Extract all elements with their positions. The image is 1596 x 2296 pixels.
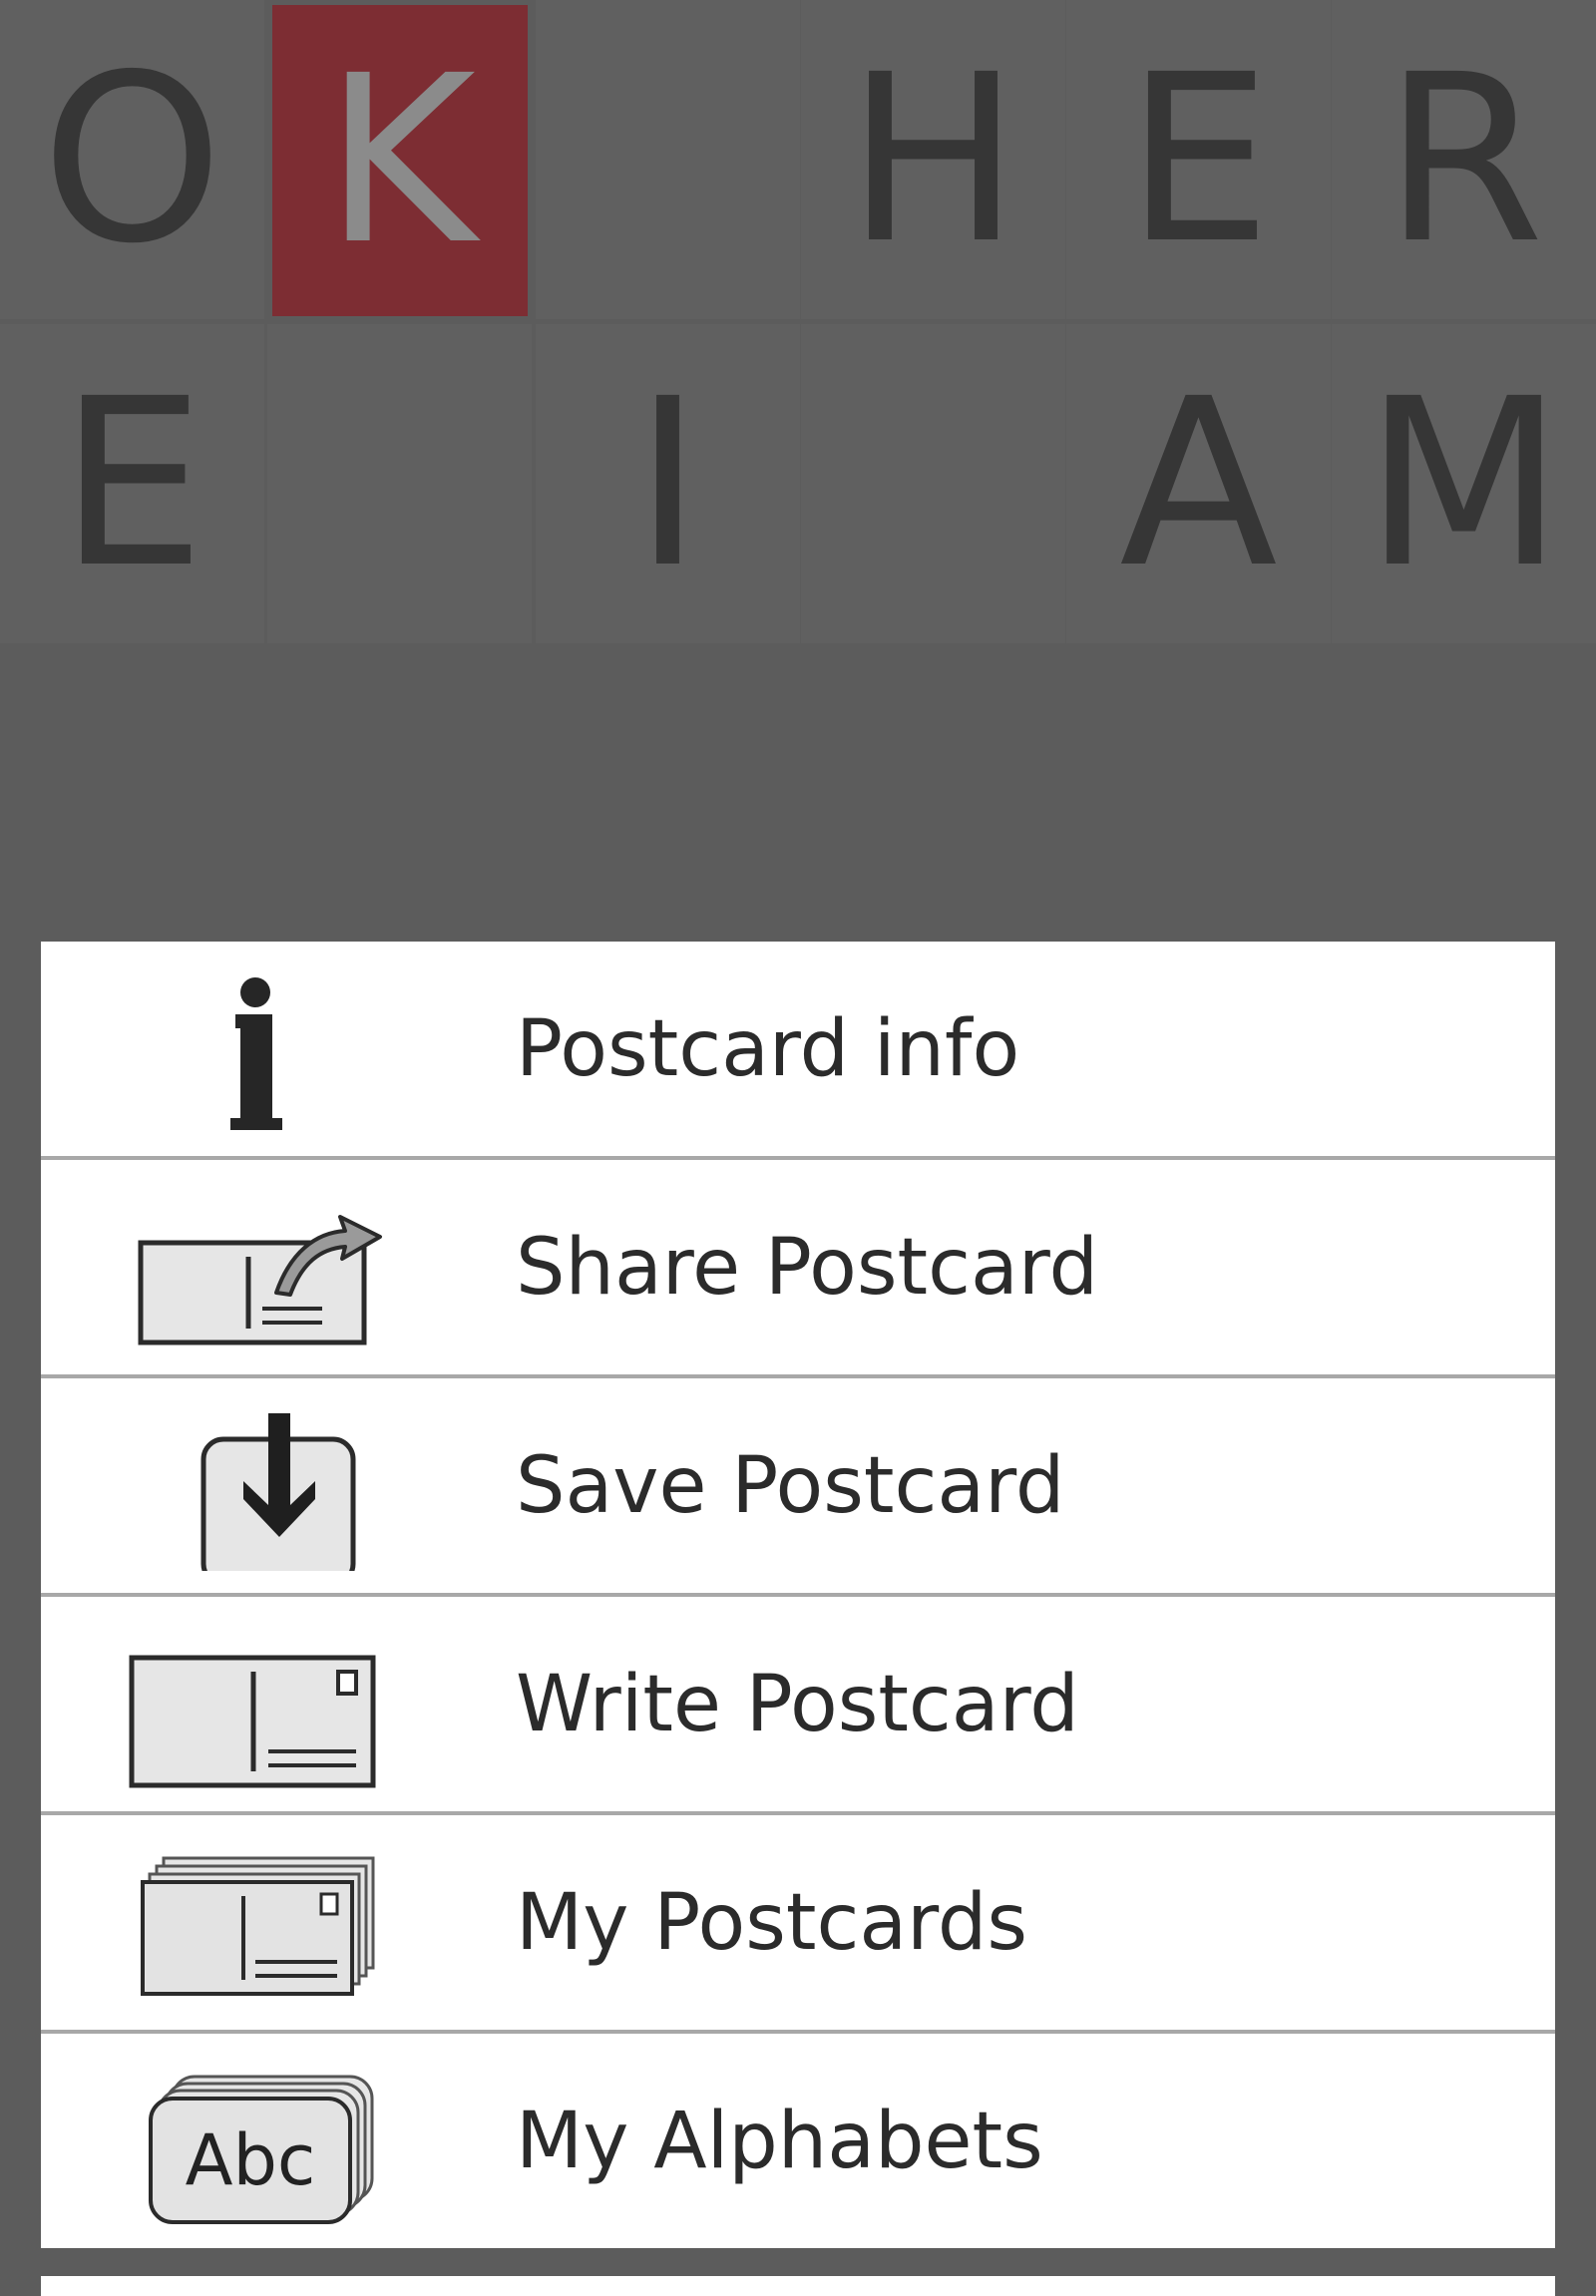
menu-item-my-alphabets[interactable]: Abc My Alphabets [41,2034,1555,2248]
letter-tile[interactable]: R [1332,0,1596,319]
letter-tile[interactable]: I [536,324,800,643]
letter-tile[interactable]: H [801,0,1065,319]
menu-item-share-postcard[interactable]: Share Postcard [41,1160,1555,1378]
menu-item-label: My Postcards [516,1877,1027,1968]
letter-tile-highlighted[interactable]: K [272,5,528,316]
menu-item-label: My Alphabets [516,2096,1043,2186]
write-postcard-icon [111,1620,400,1789]
letter-tile[interactable]: E [0,324,264,643]
menu-item-label: Write Postcard [516,1659,1079,1749]
letter-tile[interactable]: A [1066,324,1331,643]
save-postcard-icon [111,1401,400,1571]
menu-item-postcard-info[interactable]: Postcard info [41,942,1555,1160]
menu-item-label: Share Postcard [516,1222,1098,1313]
letter-tile[interactable] [801,324,1065,643]
my-alphabets-icon: Abc [111,2057,400,2226]
share-postcard-icon [111,1183,400,1352]
letter-tile[interactable]: M [1332,324,1596,643]
letter-tile[interactable] [536,0,800,319]
menu-item-label: Postcard info [516,1003,1020,1094]
menu-item-save-postcard[interactable]: Save Postcard [41,1378,1555,1597]
menu-item-my-postcards[interactable]: My Postcards [41,1815,1555,2034]
my-postcards-icon [111,1838,400,2008]
abc-icon-text: Abc [186,2119,316,2201]
letter-tile[interactable] [267,324,532,643]
menu-item-label: Save Postcard [516,1440,1065,1531]
letter-tile[interactable]: O [0,0,264,319]
letter-grid: O K H E R E I A M [0,0,1596,658]
menu-item-write-postcard[interactable]: Write Postcard [41,1597,1555,1815]
action-menu: Postcard info Share Postcard Save Postca… [41,942,1555,2248]
letter-tile[interactable]: E [1066,0,1331,319]
info-icon [111,964,400,1134]
next-menu-section-edge [41,2276,1555,2296]
